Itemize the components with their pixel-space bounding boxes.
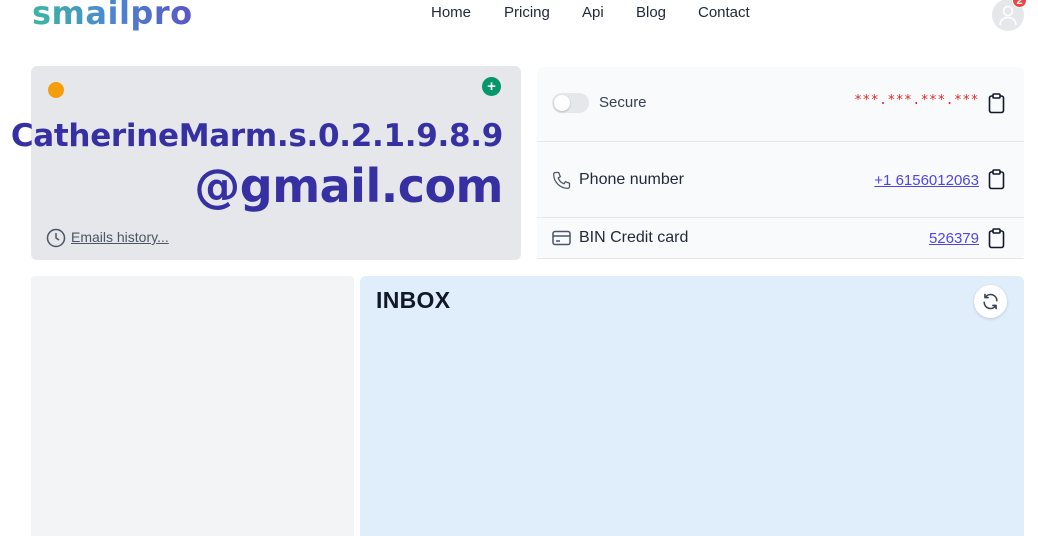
header: smailpro Home Pricing Api Blog Contact 2 [0,0,1038,40]
secure-value: ***.***.***.*** [854,93,979,108]
copy-icon[interactable] [988,228,1005,249]
phone-icon [553,171,571,189]
info-card: Secure ***.***.***.*** Phone number +1 6… [537,67,1024,259]
secure-row: Secure ***.***.***.*** [537,67,1024,141]
refresh-button[interactable] [974,285,1007,318]
email-username[interactable]: CatherineMarm.s.0.2.1.9.8.9 [11,118,503,154]
email-card: + CatherineMarm.s.0.2.1.9.8.9 @gmail.com… [11,66,521,260]
user-icon [999,5,1017,26]
credit-card-icon [552,230,571,246]
phone-value[interactable]: +1 6156012063 [874,172,979,189]
copy-icon[interactable] [988,169,1005,190]
phone-label: Phone number [579,171,684,188]
nav-home[interactable]: Home [431,4,471,21]
nav-api[interactable]: Api [582,4,604,21]
message-list-panel [31,276,354,536]
inbox-panel: INBOX [360,276,1024,536]
nav-contact[interactable]: Contact [698,4,750,21]
status-indicator [48,82,64,98]
add-email-button[interactable]: + [482,77,501,96]
phone-row: Phone number +1 6156012063 [537,141,1024,217]
copy-icon[interactable] [988,93,1005,114]
avatar[interactable]: 2 [992,0,1027,31]
nav-blog[interactable]: Blog [636,4,666,21]
email-domain[interactable]: @gmail.com [194,159,503,213]
secure-label: Secure [599,94,647,111]
refresh-icon [983,293,998,310]
main-nav: Home Pricing Api Blog Contact [0,4,1038,26]
secure-toggle[interactable] [552,93,589,113]
clock-icon [46,228,66,248]
emails-history-label[interactable]: Emails history... [71,229,169,245]
nav-pricing[interactable]: Pricing [504,4,550,21]
bin-value[interactable]: 526379 [929,230,979,247]
bin-row: BIN Credit card 526379 [537,217,1024,259]
bin-label: BIN Credit card [579,229,689,246]
inbox-title: INBOX [376,287,451,313]
